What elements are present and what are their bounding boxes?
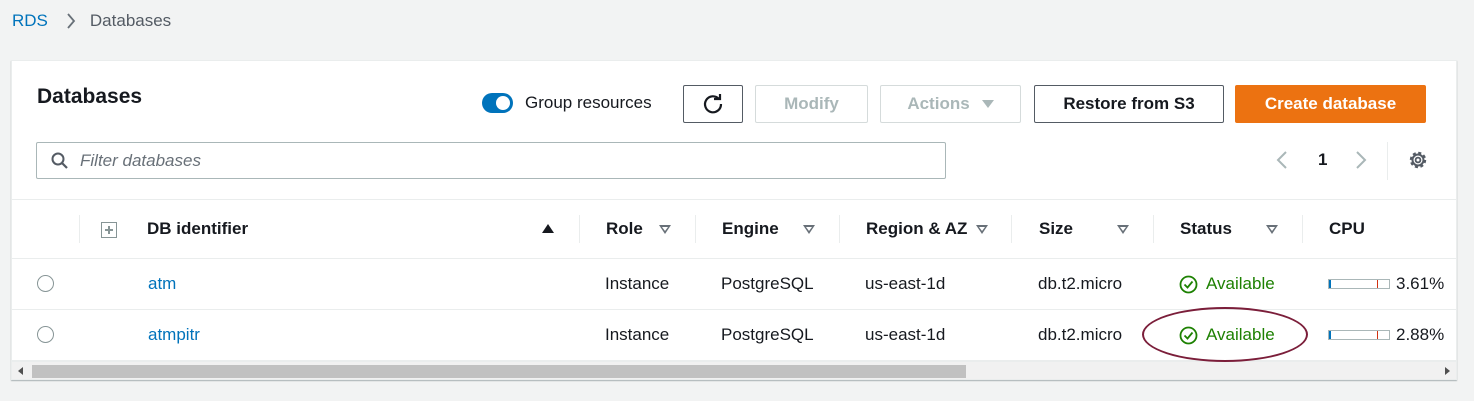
divider bbox=[1387, 142, 1388, 180]
previous-page-icon[interactable] bbox=[1276, 151, 1288, 169]
filter-box[interactable] bbox=[36, 142, 946, 179]
create-database-button[interactable]: Create database bbox=[1235, 85, 1426, 123]
status-badge: Available bbox=[1179, 310, 1275, 360]
table-row: atm Instance PostgreSQL us-east-1d db.t2… bbox=[12, 259, 1456, 310]
restore-from-s3-button[interactable]: Restore from S3 bbox=[1034, 85, 1224, 123]
column-divider bbox=[1302, 215, 1303, 243]
engine-cell: PostgreSQL bbox=[721, 325, 814, 344]
table-header: DB identifier Role Engine Region & AZ Si… bbox=[12, 199, 1456, 259]
column-divider bbox=[839, 215, 840, 243]
breadcrumb-rds-link[interactable]: RDS bbox=[12, 11, 48, 31]
status-text: Available bbox=[1206, 325, 1275, 344]
sort-icon[interactable] bbox=[976, 225, 988, 234]
scroll-left-arrow-icon[interactable] bbox=[18, 367, 23, 375]
column-cpu[interactable]: CPU bbox=[1329, 200, 1365, 258]
cpu-utilization-bar bbox=[1328, 279, 1390, 289]
status-badge: Available bbox=[1179, 259, 1275, 309]
column-status[interactable]: Status bbox=[1180, 200, 1232, 258]
cpu-utilization-bar bbox=[1328, 330, 1390, 340]
size-cell: db.t2.micro bbox=[1038, 274, 1123, 293]
cpu-value: 2.88% bbox=[1396, 325, 1445, 344]
column-divider bbox=[1153, 215, 1154, 243]
column-divider bbox=[79, 215, 80, 243]
modify-button[interactable]: Modify bbox=[755, 85, 868, 123]
column-divider bbox=[695, 215, 696, 243]
scrollbar-thumb[interactable] bbox=[32, 365, 966, 378]
cpu-cell: 3.61% bbox=[1328, 259, 1444, 309]
scroll-right-arrow-icon[interactable] bbox=[1445, 367, 1450, 375]
column-region-az[interactable]: Region & AZ bbox=[866, 200, 967, 258]
page-title: Databases bbox=[37, 85, 143, 108]
chevron-right-icon bbox=[67, 13, 76, 29]
actions-button[interactable]: Actions bbox=[880, 85, 1021, 123]
toggle-switch[interactable] bbox=[482, 93, 513, 113]
page-number[interactable]: 1 bbox=[1318, 150, 1327, 170]
cpu-value: 3.61% bbox=[1396, 274, 1445, 293]
cpu-threshold-mark bbox=[1377, 331, 1378, 339]
row-select-radio[interactable] bbox=[37, 275, 54, 292]
status-text: Available bbox=[1206, 274, 1275, 293]
breadcrumb-current: Databases bbox=[89, 11, 172, 30]
sort-icon[interactable] bbox=[1266, 225, 1278, 234]
cpu-threshold-mark bbox=[1377, 280, 1378, 288]
gear-icon[interactable] bbox=[1407, 149, 1429, 171]
sort-icon[interactable] bbox=[659, 225, 671, 234]
pagination: 1 bbox=[1276, 147, 1367, 173]
region-cell: us-east-1d bbox=[865, 325, 946, 344]
search-icon bbox=[51, 152, 68, 169]
caret-down-icon bbox=[981, 100, 994, 108]
cpu-fill bbox=[1329, 331, 1331, 339]
row-select-radio[interactable] bbox=[37, 326, 54, 343]
horizontal-scrollbar[interactable] bbox=[12, 361, 1456, 379]
check-circle-icon bbox=[1179, 275, 1198, 293]
sort-icon[interactable] bbox=[1117, 225, 1129, 234]
db-identifier-link[interactable]: atm bbox=[148, 259, 176, 309]
column-size[interactable]: Size bbox=[1039, 200, 1073, 258]
column-engine[interactable]: Engine bbox=[722, 200, 779, 258]
column-divider bbox=[1011, 215, 1012, 243]
column-divider bbox=[579, 215, 580, 243]
cpu-cell: 2.88% bbox=[1328, 310, 1444, 360]
role-cell: Instance bbox=[605, 274, 670, 293]
toggle-knob bbox=[496, 96, 510, 110]
check-circle-icon bbox=[1179, 326, 1198, 344]
column-db-identifier[interactable]: DB identifier bbox=[147, 200, 248, 258]
size-cell: db.t2.micro bbox=[1038, 325, 1123, 344]
role-cell: Instance bbox=[605, 325, 670, 344]
refresh-button[interactable] bbox=[683, 85, 743, 123]
db-identifier-link[interactable]: atmpitr bbox=[148, 310, 200, 360]
actions-label: Actions bbox=[907, 94, 970, 113]
next-page-icon[interactable] bbox=[1355, 151, 1367, 169]
engine-cell: PostgreSQL bbox=[721, 274, 814, 293]
group-resources-toggle[interactable]: Group resources bbox=[482, 93, 652, 113]
databases-panel: Databases Group resources Modify Actions… bbox=[11, 60, 1457, 380]
refresh-icon bbox=[703, 94, 723, 114]
filter-input[interactable] bbox=[80, 150, 900, 171]
sort-ascending-icon[interactable] bbox=[542, 224, 554, 233]
region-cell: us-east-1d bbox=[865, 274, 946, 293]
column-role[interactable]: Role bbox=[606, 200, 643, 258]
table-row: atmpitr Instance PostgreSQL us-east-1d d… bbox=[12, 310, 1456, 361]
breadcrumb: RDS Databases bbox=[12, 11, 171, 31]
expand-all-icon[interactable] bbox=[101, 222, 117, 238]
sort-icon[interactable] bbox=[803, 225, 815, 234]
toggle-label: Group resources bbox=[525, 93, 652, 112]
cpu-fill bbox=[1329, 280, 1331, 288]
